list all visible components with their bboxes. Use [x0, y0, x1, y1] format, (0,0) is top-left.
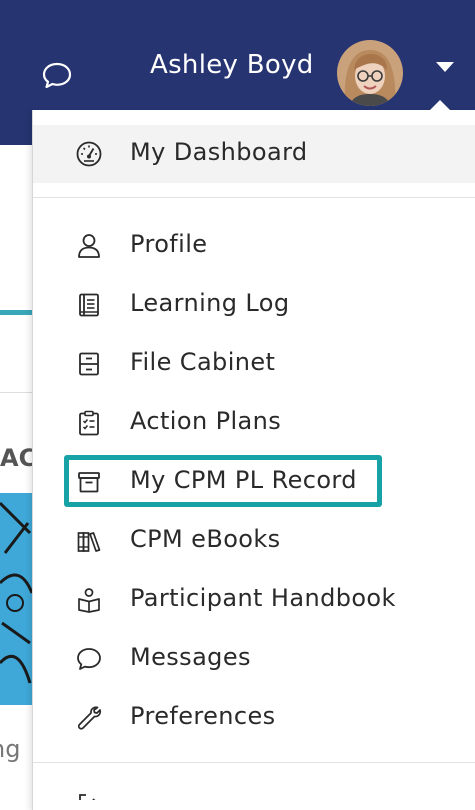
- menu-item-action-plans[interactable]: Action Plans: [33, 398, 475, 448]
- menu-item-my-dashboard[interactable]: My Dashboard: [33, 129, 475, 179]
- background-divider: [0, 392, 34, 393]
- file-cabinet-icon: [75, 350, 103, 378]
- notebook-icon: [75, 291, 103, 319]
- menu-item-file-cabinet[interactable]: File Cabinet: [33, 339, 475, 389]
- background-illustration: [0, 493, 34, 705]
- menu-item-profile[interactable]: Profile: [33, 221, 475, 271]
- user-dropdown-menu: My Dashboard Profile Learning Log File C…: [32, 100, 475, 810]
- open-book-person-icon: [75, 586, 103, 614]
- user-avatar[interactable]: [337, 40, 403, 106]
- menu-item-messages[interactable]: Messages: [33, 634, 475, 684]
- menu-pointer: [430, 100, 450, 110]
- menu-item-label: CPM eBooks: [130, 525, 281, 553]
- caret-down-icon[interactable]: [436, 62, 454, 72]
- chat-bubble-icon[interactable]: [40, 58, 74, 92]
- user-name[interactable]: Ashley Boyd: [150, 50, 314, 80]
- menu-item-label: File Cabinet: [130, 348, 276, 376]
- speedometer-icon: [75, 140, 103, 168]
- menu-divider: [33, 762, 475, 763]
- background-heading-fragment: AC: [0, 444, 34, 472]
- menu-item-preferences[interactable]: Preferences: [33, 693, 475, 743]
- menu-item-label: Messages: [130, 643, 251, 671]
- menu-item-label: Profile: [130, 230, 208, 258]
- person-icon: [75, 232, 103, 260]
- menu-item-label: Learning Log: [130, 289, 290, 317]
- menu-item-label: My Dashboard: [130, 138, 308, 166]
- menu-item-learning-log[interactable]: Learning Log: [33, 280, 475, 330]
- menu-divider: [33, 197, 475, 198]
- background-accent-bar: [0, 310, 34, 315]
- menu-item-label: Action Plans: [130, 407, 282, 435]
- menu-item-participant-handbook[interactable]: Participant Handbook: [33, 575, 475, 625]
- background-text-fragment: ng: [0, 735, 21, 763]
- menu-item-label: Preferences: [130, 702, 276, 730]
- menu-item-label: Participant Handbook: [130, 584, 396, 612]
- wrench-icon: [75, 704, 103, 732]
- menu-item-label: My CPM PL Record: [130, 466, 357, 494]
- menu-item-my-cpm-pl-record[interactable]: My CPM PL Record: [33, 457, 475, 507]
- archive-box-icon: [75, 468, 103, 496]
- chat-bubble-icon: [75, 645, 103, 673]
- clipboard-checklist-icon: [75, 409, 103, 437]
- menu-item-cpm-ebooks[interactable]: CPM eBooks: [33, 516, 475, 566]
- books-icon: [75, 527, 103, 555]
- logout-icon[interactable]: [75, 790, 103, 800]
